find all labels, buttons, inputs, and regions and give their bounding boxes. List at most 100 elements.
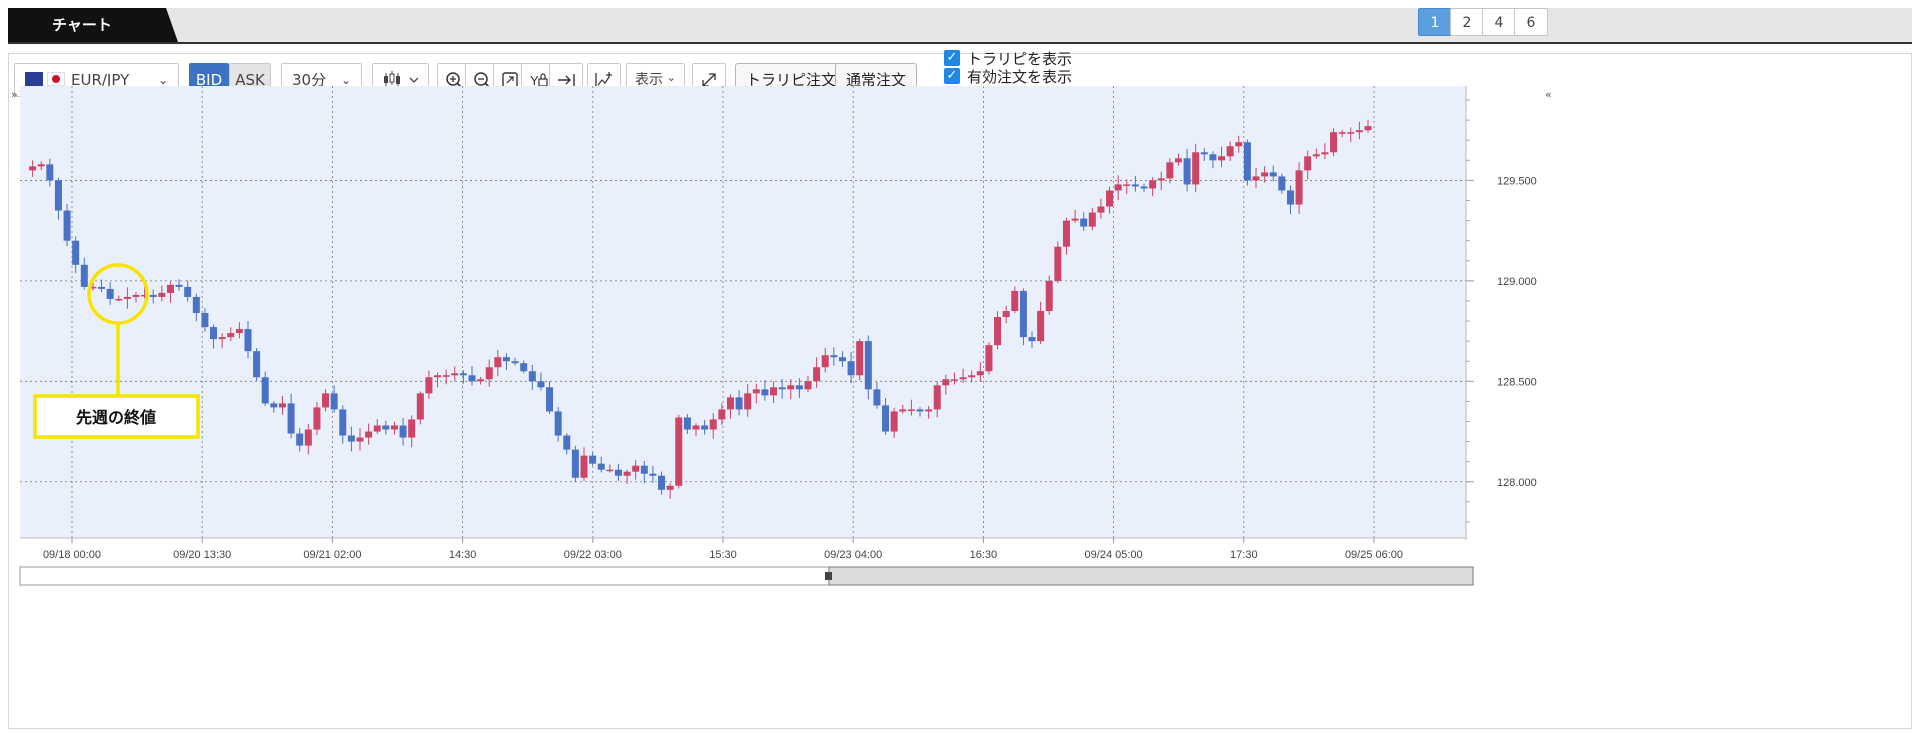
- candle-body: [804, 381, 812, 390]
- candle-body: [132, 294, 140, 297]
- candle-body: [1088, 212, 1096, 227]
- candle-body: [571, 449, 579, 478]
- candle-body: [1286, 190, 1294, 205]
- candle-body: [1054, 246, 1062, 281]
- x-tick-label: 15:30: [709, 549, 737, 561]
- candle-body: [709, 419, 717, 430]
- candle-body: [787, 385, 795, 390]
- candle-body: [916, 409, 924, 412]
- candle-body: [1149, 180, 1157, 189]
- callout-label: 先週の終値: [76, 408, 156, 427]
- candle-body: [425, 377, 433, 394]
- x-tick-label: 09/21 02:00: [303, 549, 361, 561]
- candle-body: [1071, 218, 1079, 221]
- candle-body: [253, 351, 261, 378]
- candle-body: [365, 431, 373, 438]
- x-tick-label: 09/18 00:00: [43, 549, 101, 561]
- candle-body: [408, 419, 416, 438]
- candle-body: [287, 403, 295, 434]
- candle-body: [261, 377, 269, 404]
- candle-body: [589, 455, 597, 464]
- x-tick-label: 14:30: [449, 549, 477, 561]
- candle-body: [640, 465, 648, 474]
- candle-body: [166, 284, 174, 293]
- x-tick-label: 09/22 03:00: [564, 549, 622, 561]
- y-tick-label: 128.500: [1497, 376, 1537, 388]
- candle-body: [830, 355, 838, 358]
- candle-body: [959, 377, 967, 380]
- candle-body: [606, 469, 614, 472]
- x-tick-label: 09/24 05:00: [1085, 549, 1143, 561]
- candle-body: [821, 355, 829, 368]
- candle-body: [382, 425, 390, 430]
- candle-body: [1355, 130, 1363, 133]
- candle-body: [899, 409, 907, 412]
- candle-body: [339, 409, 347, 436]
- y-axis: 129.500 129.000 128.500 128.000: [1466, 99, 1537, 523]
- candle-body: [1295, 170, 1303, 205]
- candle-body: [658, 475, 666, 490]
- candle-body: [907, 409, 915, 411]
- candle-body: [1312, 154, 1320, 157]
- candle-body: [46, 164, 54, 181]
- candle-body: [313, 407, 321, 430]
- collapse-right-icon[interactable]: «: [1545, 88, 1552, 101]
- candle-body: [1261, 172, 1269, 177]
- candle-body: [278, 403, 286, 408]
- candle-body: [149, 294, 157, 297]
- candle-body: [123, 296, 131, 299]
- candle-body: [184, 286, 192, 297]
- candle-body: [477, 379, 485, 382]
- candle-body: [1019, 290, 1027, 338]
- candle-body: [761, 389, 769, 396]
- candle-body: [666, 485, 674, 490]
- candle-body: [847, 361, 855, 376]
- candle-body: [1218, 156, 1226, 161]
- candle-body: [795, 385, 803, 390]
- chart-area[interactable]: 129.500 129.000 128.500 128.000 09/18 00:00…: [0, 0, 1917, 733]
- candle-body: [29, 166, 37, 171]
- x-tick-label: 09/20 13:30: [173, 549, 231, 561]
- candle-body: [1226, 146, 1234, 157]
- candle-body: [1028, 337, 1036, 342]
- candle-body: [942, 379, 950, 386]
- candle-body: [502, 357, 510, 362]
- candle-body: [925, 409, 933, 412]
- candle-body: [442, 375, 450, 377]
- candle-body: [1045, 280, 1053, 311]
- candle-body: [1174, 158, 1182, 163]
- candle-body: [106, 288, 114, 299]
- candle-body: [933, 385, 941, 410]
- x-tick-label: 16:30: [970, 549, 998, 561]
- candle-body: [675, 417, 683, 486]
- candle-body: [390, 425, 398, 430]
- candle-body: [1123, 184, 1131, 186]
- candle-body: [1235, 142, 1243, 147]
- candle-body: [563, 435, 571, 450]
- candle-body: [1062, 220, 1070, 247]
- candle-body: [692, 425, 700, 430]
- candle-body: [201, 313, 209, 328]
- candle-body: [632, 465, 640, 472]
- candle-body: [1106, 190, 1114, 207]
- expand-left-icon[interactable]: »: [11, 88, 18, 101]
- candle-body: [1011, 290, 1019, 311]
- candle-body: [468, 375, 476, 382]
- candle-body: [735, 397, 743, 410]
- candle-body: [726, 397, 734, 410]
- candle-body: [210, 327, 218, 340]
- candle-body: [158, 292, 166, 297]
- candle-body: [976, 371, 984, 376]
- candle-body: [882, 405, 890, 432]
- y-tick-label: 128.000: [1497, 477, 1537, 489]
- candle-body: [115, 298, 123, 301]
- navigator-handle[interactable]: [825, 572, 832, 580]
- x-tick-label: 17:30: [1230, 549, 1258, 561]
- candle-body: [683, 417, 691, 430]
- candle-body: [546, 387, 554, 412]
- navigator-window[interactable]: [828, 566, 1474, 586]
- candle-body: [864, 341, 872, 390]
- candle-body: [1347, 132, 1355, 134]
- candle-body: [873, 389, 881, 406]
- candle-body: [304, 429, 312, 446]
